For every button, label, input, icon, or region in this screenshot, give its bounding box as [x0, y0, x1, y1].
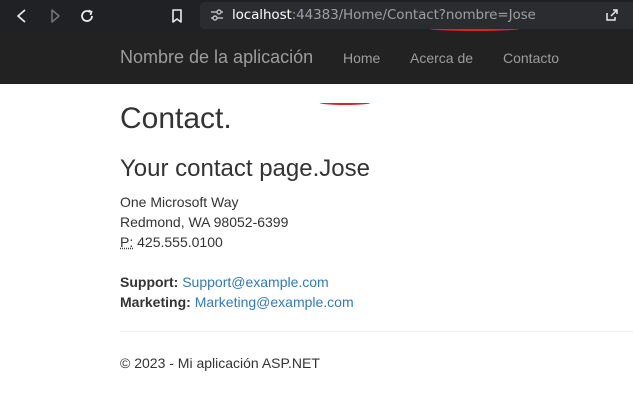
footer-text: © 2023 - Mi aplicación ASP.NET	[120, 355, 320, 371]
url-query: nombre=Jose	[445, 7, 536, 23]
marketing-line: Marketing: Marketing@example.com	[120, 294, 354, 310]
phone-number: 425.555.0100	[133, 234, 223, 250]
support-label: Support:	[120, 274, 179, 290]
bookmark-icon[interactable]	[166, 5, 188, 27]
phone-label: P:	[120, 234, 134, 250]
reload-icon[interactable]	[76, 5, 98, 27]
page-subtitle: Your contact page.Jose	[120, 155, 370, 183]
address-phone: P: 425.555.0100	[120, 234, 223, 250]
url-annotation-underline	[430, 27, 519, 31]
forward-arrow-icon[interactable]	[44, 5, 66, 27]
back-arrow-icon[interactable]	[11, 5, 33, 27]
share-icon[interactable]	[604, 7, 620, 28]
navbar-brand[interactable]: Nombre de la aplicación	[120, 47, 313, 68]
support-email-link[interactable]: Support@example.com	[182, 274, 329, 290]
url-path: :44383/Home/Contact?	[291, 7, 446, 23]
footer-divider	[120, 331, 633, 332]
marketing-email-link[interactable]: Marketing@example.com	[195, 294, 354, 310]
url-text[interactable]: localhost:44383/Home/Contact?nombre=Jose	[232, 7, 536, 23]
address-bar[interactable]: localhost:44383/Home/Contact?nombre=Jose	[200, 2, 633, 29]
address-line-2: Redmond, WA 98052-6399	[120, 214, 289, 230]
page-title: Contact.	[120, 102, 232, 135]
name-annotation-underline	[320, 101, 370, 105]
app-navbar: Nombre de la aplicación Home Acerca de C…	[0, 32, 633, 84]
site-info-icon[interactable]	[209, 7, 225, 28]
browser-toolbar: localhost:44383/Home/Contact?nombre=Jose	[0, 0, 633, 32]
subtitle-prefix: Your contact page.	[120, 155, 320, 182]
nav-link-home[interactable]: Home	[343, 50, 380, 66]
nav-link-about[interactable]: Acerca de	[410, 50, 473, 66]
subtitle-name: Jose	[319, 155, 370, 182]
nav-link-contact[interactable]: Contacto	[503, 50, 559, 66]
marketing-label: Marketing:	[120, 294, 191, 310]
support-line: Support: Support@example.com	[120, 274, 329, 290]
address-line-1: One Microsoft Way	[120, 194, 239, 210]
url-host: localhost	[232, 7, 292, 23]
